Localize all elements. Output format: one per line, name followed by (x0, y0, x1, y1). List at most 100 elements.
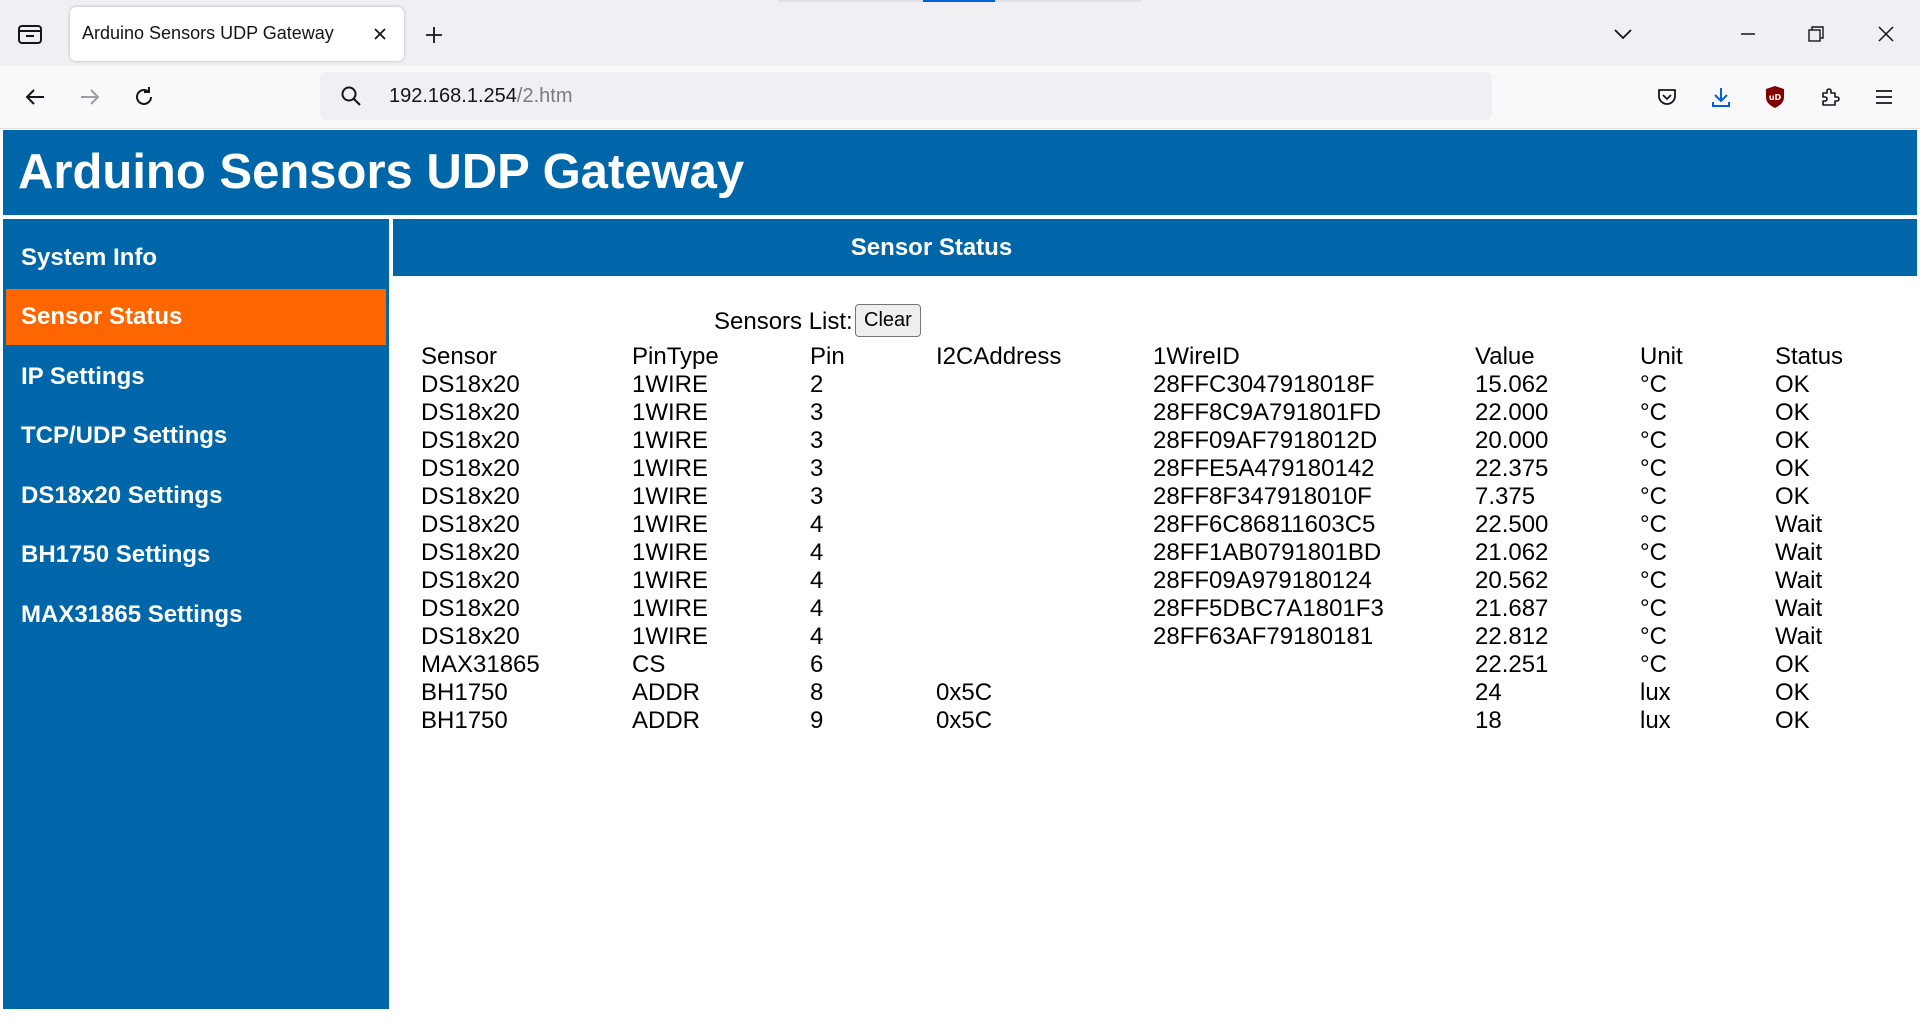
cell-sensor: BH1750 (421, 679, 508, 706)
cell-sensor: DS18x20 (421, 539, 520, 566)
tab-strip-accent (923, 0, 995, 2)
cell-1wireid: 28FF09A979180124 (1153, 567, 1372, 594)
tab-title: Arduino Sensors UDP Gateway (82, 23, 334, 43)
cell-pintype: 1WIRE (632, 399, 709, 426)
back-arrow-icon[interactable] (17, 79, 53, 115)
cell-pin: 3 (810, 483, 824, 510)
close-icon[interactable] (1868, 16, 1904, 52)
cell-pintype: 1WIRE (632, 483, 709, 510)
sidebar-item-system-info[interactable]: System Info (6, 230, 386, 286)
sensors-list-label: Sensors List: (714, 308, 853, 335)
cell-sensor: DS18x20 (421, 623, 520, 650)
section-title: Sensor Status (850, 234, 1013, 261)
tab-bar: Arduino Sensors UDP Gateway (0, 0, 1920, 66)
cell-pin: 4 (810, 567, 824, 594)
sidebar-item-label: System Info (21, 244, 158, 271)
cell-sensor: DS18x20 (421, 455, 520, 482)
cell-status: Wait (1775, 511, 1823, 538)
sidebar-item-label: DS18x20 Settings (21, 482, 223, 509)
page-header: Arduino Sensors UDP Gateway (3, 130, 1917, 215)
cell-pintype: 1WIRE (632, 539, 709, 566)
clear-button[interactable]: Clear (855, 304, 921, 337)
cell-1wireid: 28FFC3047918018F (1153, 371, 1375, 398)
column-header-status: Status (1775, 343, 1844, 370)
cell-1wireid: 28FF8C9A791801FD (1153, 399, 1382, 426)
cell-pintype: CS (632, 651, 666, 678)
cell-value: 22.812 (1475, 623, 1549, 650)
forward-arrow-icon[interactable] (72, 79, 108, 115)
column-header-pintype: PinType (632, 343, 719, 370)
minimize-icon[interactable] (1730, 16, 1766, 52)
sidebar-item-ip-settings[interactable]: IP Settings (6, 349, 386, 405)
cell-pintype: 1WIRE (632, 567, 709, 594)
cell-i2caddress: 0x5C (936, 707, 993, 734)
sidebar-item-label: MAX31865 Settings (21, 601, 243, 628)
cell-1wireid: 28FF6C86811603C5 (1153, 511, 1376, 538)
cell-1wireid: 28FFE5A479180142 (1153, 455, 1375, 482)
table-row: DS18x20 1WIRE 3 28FFE5A479180142 22.375 °C OK (421, 455, 1841, 483)
column-header-pin: Pin (810, 343, 845, 370)
cell-pin: 6 (810, 651, 824, 678)
cell-status: Wait (1775, 539, 1823, 566)
pocket-icon[interactable] (1649, 79, 1685, 115)
cell-1wireid: 28FF5DBC7A1801F3 (1153, 595, 1384, 622)
cell-unit: °C (1640, 539, 1667, 566)
cell-status: OK (1775, 483, 1810, 510)
puzzle-icon[interactable] (1812, 79, 1848, 115)
cell-pintype: 1WIRE (632, 455, 709, 482)
navigation-bar: 192.168.1.254/2.htm uD (0, 66, 1920, 129)
table-row: MAX31865 CS 6 22.251 °C OK (421, 651, 1841, 679)
cell-status: OK (1775, 455, 1810, 482)
restore-icon[interactable] (1798, 16, 1834, 52)
sidebar-item-sensor-status[interactable]: Sensor Status (6, 289, 386, 345)
cell-pin: 3 (810, 455, 824, 482)
cell-unit: °C (1640, 511, 1667, 538)
cell-value: 20.000 (1475, 427, 1549, 454)
table-row: DS18x20 1WIRE 4 28FF63AF79180181 22.812 °C Wai… (421, 623, 1841, 651)
tab-strip-indicator-right (995, 0, 1141, 2)
cell-pintype: 1WIRE (632, 371, 709, 398)
cell-pin: 3 (810, 399, 824, 426)
url-text[interactable]: 192.168.1.254/2.htm (389, 85, 572, 108)
cell-1wireid: 28FF09AF7918012D (1153, 427, 1378, 454)
cell-sensor: DS18x20 (421, 595, 520, 622)
table-row: BH1750 ADDR 9 0x5C 18 lux OK (421, 707, 1841, 735)
cell-pin: 2 (810, 371, 824, 398)
cell-unit: °C (1640, 651, 1667, 678)
url-host: 192.168.1.254 (389, 85, 517, 107)
sidebar-item-ds18x20-settings[interactable]: DS18x20 Settings (6, 468, 386, 524)
cell-unit: lux (1640, 707, 1671, 734)
hamburger-menu-icon[interactable] (1866, 79, 1902, 115)
cell-value: 22.000 (1475, 399, 1549, 426)
cell-i2caddress: 0x5C (936, 679, 993, 706)
cell-status: Wait (1775, 595, 1823, 622)
sidebar-item-bh1750-settings[interactable]: BH1750 Settings (6, 527, 386, 583)
cell-unit: °C (1640, 455, 1667, 482)
cell-unit: °C (1640, 371, 1667, 398)
cell-status: OK (1775, 399, 1810, 426)
cell-status: Wait (1775, 567, 1823, 594)
cell-sensor: DS18x20 (421, 399, 520, 426)
cell-status: OK (1775, 427, 1810, 454)
chevron-down-icon[interactable] (1605, 16, 1641, 52)
cell-unit: °C (1640, 623, 1667, 650)
plus-icon[interactable] (418, 19, 450, 51)
cell-value: 21.687 (1475, 595, 1549, 622)
sidebar-item-max31865-settings[interactable]: MAX31865 Settings (6, 587, 386, 643)
cell-unit: °C (1640, 399, 1667, 426)
reload-icon[interactable] (126, 79, 162, 115)
url-path: /2.htm (516, 85, 573, 107)
column-header-i2caddress: I2CAddress (936, 343, 1062, 370)
cell-unit: °C (1640, 595, 1667, 622)
sidebar-item-tcp-udp-settings[interactable]: TCP/UDP Settings (6, 408, 386, 464)
ublock-shield-icon[interactable]: uD (1757, 79, 1793, 115)
close-icon[interactable] (366, 20, 394, 48)
cell-unit: °C (1640, 427, 1667, 454)
url-bar[interactable]: 192.168.1.254/2.htm (320, 72, 1492, 120)
download-icon[interactable] (1703, 79, 1739, 115)
cell-pin: 4 (810, 511, 824, 538)
browser-tab[interactable]: Arduino Sensors UDP Gateway (70, 7, 404, 61)
cell-pin: 8 (810, 679, 824, 706)
tab-list-icon[interactable] (14, 20, 46, 48)
cell-sensor: MAX31865 (421, 651, 540, 678)
